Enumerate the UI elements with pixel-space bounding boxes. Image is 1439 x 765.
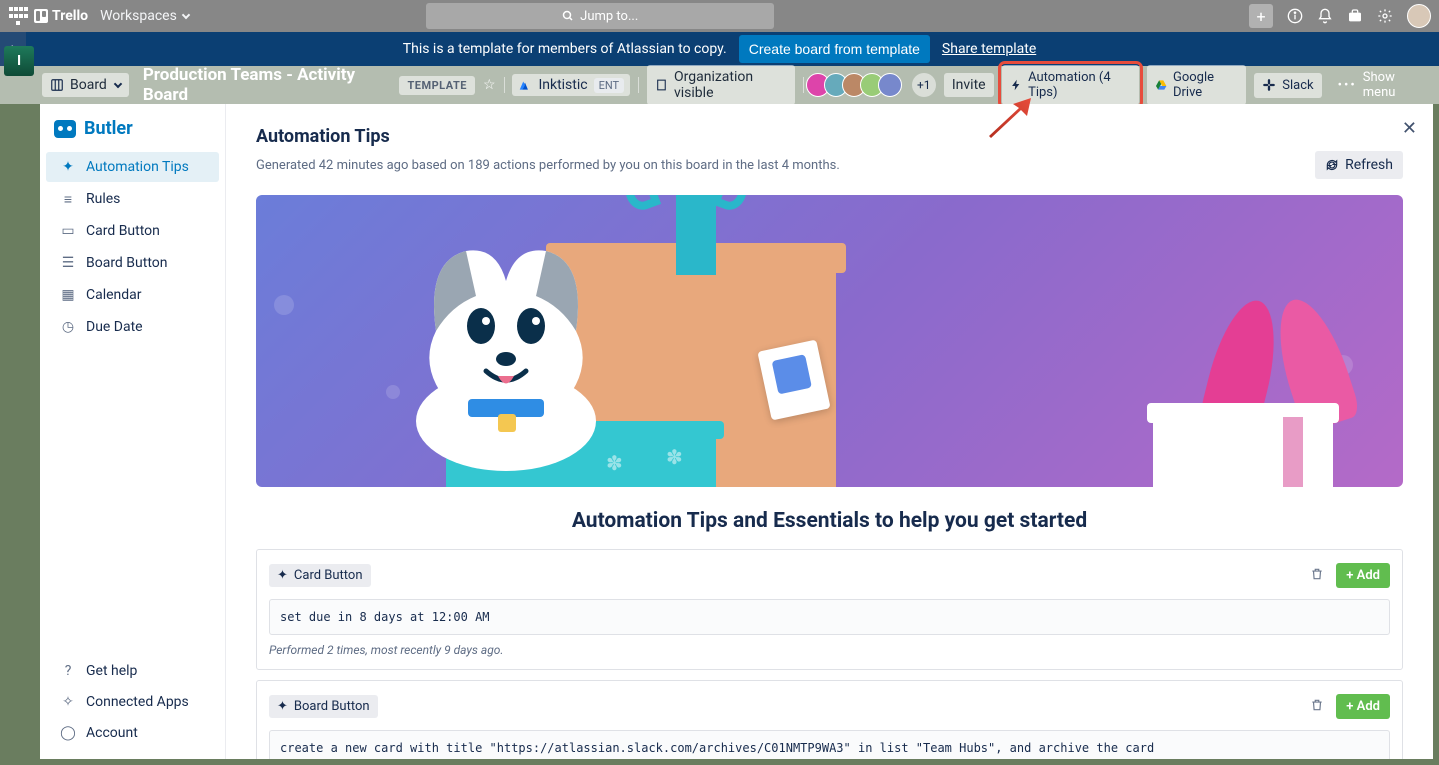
delete-button[interactable] — [1306, 693, 1328, 720]
card-icon: ▭ — [60, 223, 76, 239]
tip-performed: Performed 2 times, most recently 9 days … — [269, 643, 1390, 657]
tip-code: set due in 8 days at 12:00 AM — [269, 599, 1390, 635]
butler-icon — [54, 120, 76, 138]
chevron-down-icon — [114, 80, 122, 88]
gear-icon[interactable] — [1377, 8, 1393, 24]
board-view-switcher[interactable]: Board — [42, 73, 129, 97]
dots-icon: ••• — [1338, 78, 1357, 93]
list-icon: ≡ — [60, 191, 76, 207]
automation-tip: ✦ Board Button + Add create a new card w… — [256, 680, 1403, 759]
search-input[interactable]: Jump to... — [426, 3, 774, 29]
automation-tip: ✦ Card Button + Add set due in 8 days at… — [256, 549, 1403, 670]
section-title: Automation Tips and Essentials to help y… — [256, 509, 1403, 533]
sidebar-item-rules[interactable]: ≡Rules — [46, 184, 219, 214]
avatar[interactable] — [878, 73, 902, 97]
invite-button[interactable]: Invite — [944, 73, 994, 97]
trash-icon — [1310, 698, 1324, 712]
template-chip: TEMPLATE — [399, 76, 475, 95]
apps-launcher-icon[interactable] — [8, 6, 28, 26]
delete-button[interactable] — [1306, 562, 1328, 589]
briefcase-icon[interactable] — [1347, 8, 1363, 24]
more-members[interactable]: +1 — [912, 73, 936, 97]
refresh-icon — [1325, 158, 1339, 172]
board-icon: ☰ — [60, 255, 76, 271]
bell-icon[interactable] — [1317, 8, 1333, 24]
chevron-down-icon — [182, 11, 190, 19]
banner-text: This is a template for members of Atlass… — [403, 41, 727, 57]
google-drive-icon — [1155, 78, 1167, 92]
sidebar-item-automation-tips[interactable]: ✦Automation Tips — [46, 152, 219, 182]
atlassian-icon — [518, 78, 532, 92]
sidebar-item-calendar[interactable]: ▦Calendar — [46, 280, 219, 310]
refresh-button[interactable]: Refresh — [1315, 151, 1403, 179]
page-title: Automation Tips — [256, 126, 1403, 147]
visibility-button[interactable]: Organization visible — [647, 65, 795, 105]
apps-icon: ✧ — [60, 694, 76, 710]
husky-illustration — [376, 211, 636, 471]
page-subtitle: Generated 42 minutes ago based on 189 ac… — [256, 158, 840, 173]
avatar[interactable] — [1407, 4, 1431, 28]
star-icon[interactable]: ☆ — [483, 77, 496, 93]
trello-logo-text: Trello — [52, 8, 88, 24]
search-icon — [562, 10, 574, 22]
slack-icon — [1262, 78, 1276, 92]
automation-button[interactable]: Automation (4 Tips) — [1002, 65, 1139, 105]
add-button[interactable]: + Add — [1336, 563, 1390, 588]
trello-logo[interactable]: Trello — [34, 8, 88, 24]
tip-type-chip[interactable]: ✦ Card Button — [269, 564, 371, 587]
trash-icon — [1310, 567, 1324, 581]
sidebar-item-help[interactable]: ?Get help — [46, 656, 219, 686]
add-button[interactable]: + Add — [1336, 694, 1390, 719]
create-button[interactable]: + — [1249, 4, 1273, 28]
workspace-badge[interactable]: I — [4, 46, 34, 76]
tip-code: create a new card with title "https://at… — [269, 730, 1390, 759]
share-template-link[interactable]: Share template — [942, 41, 1036, 57]
tip-type-chip[interactable]: ✦ Board Button — [269, 695, 378, 718]
show-menu-button[interactable]: ••• Show menu — [1330, 65, 1429, 105]
org-chip[interactable]: Inktistic ENT — [512, 74, 630, 96]
members[interactable] — [812, 73, 902, 97]
clock-icon: ◷ — [60, 319, 76, 335]
hero-illustration: ✽ ✽ ✽ ✽ — [256, 195, 1403, 487]
slack-button[interactable]: Slack — [1254, 73, 1321, 98]
create-board-button[interactable]: Create board from template — [739, 35, 930, 63]
close-button[interactable]: ✕ — [1402, 118, 1417, 139]
calendar-icon: ▦ — [60, 287, 76, 303]
workspaces-menu[interactable]: Workspaces — [100, 8, 189, 24]
board-title[interactable]: Production Teams - Activity Board — [143, 65, 386, 105]
sidebar-item-connected-apps[interactable]: ✧Connected Apps — [46, 687, 219, 717]
building-icon — [655, 78, 668, 92]
sidebar-item-due-date[interactable]: ◷Due Date — [46, 312, 219, 342]
google-drive-button[interactable]: Google Drive — [1147, 65, 1247, 105]
sparkle-icon: ✦ — [277, 699, 288, 714]
sparkle-icon: ✦ — [60, 159, 76, 175]
info-icon[interactable] — [1287, 8, 1303, 24]
account-icon: ◯ — [60, 725, 76, 741]
lightning-icon — [1010, 78, 1022, 92]
butler-header: Butler — [40, 104, 225, 151]
sparkle-icon: ✦ — [277, 568, 288, 583]
sidebar-item-account[interactable]: ◯Account — [46, 718, 219, 748]
sidebar-item-card-button[interactable]: ▭Card Button — [46, 216, 219, 246]
help-icon: ? — [60, 663, 76, 679]
sidebar-item-board-button[interactable]: ☰Board Button — [46, 248, 219, 278]
board-icon — [50, 78, 64, 92]
